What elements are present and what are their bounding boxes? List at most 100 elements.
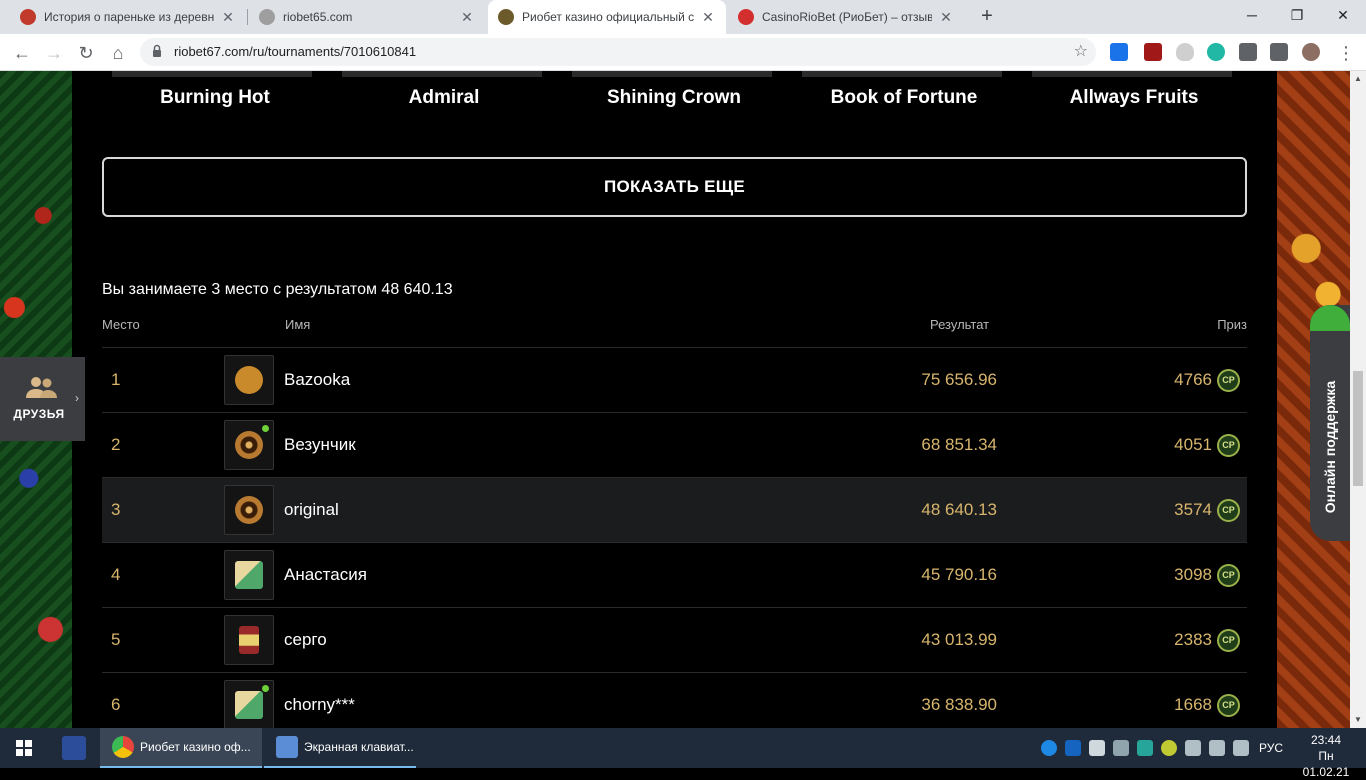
column-place: Место	[102, 317, 140, 332]
page-scrollbar[interactable]: ▲ ▼	[1350, 71, 1366, 728]
playlist-icon[interactable]	[1270, 43, 1288, 61]
coin-icon: CP	[1217, 499, 1240, 522]
close-window-button[interactable]: ✕	[1320, 0, 1366, 30]
ublock-icon[interactable]	[1144, 43, 1162, 61]
volume-icon[interactable]	[1209, 740, 1225, 756]
url-text: riobet67.com/ru/tournaments/7010610841	[174, 44, 417, 59]
battery-icon[interactable]	[1185, 740, 1201, 756]
maximize-button[interactable]: ❐	[1274, 0, 1320, 30]
game-title[interactable]: Admiral	[344, 87, 544, 109]
support-label: Онлайн поддержка	[1322, 380, 1338, 514]
close-tab-icon[interactable]: ✕	[459, 9, 475, 25]
reload-button[interactable]: ↻	[72, 39, 100, 67]
online-support-button[interactable]: Онлайн поддержка	[1310, 305, 1350, 541]
row-prize: 4051	[1174, 435, 1212, 454]
language-indicator[interactable]: РУС	[1259, 728, 1283, 768]
avatar-image-icon	[235, 366, 263, 394]
bookmark-star-icon[interactable]: ☆	[1074, 38, 1088, 66]
show-more-button[interactable]: ПОКАЗАТЬ ЕЩЕ	[102, 157, 1247, 217]
scroll-down-icon[interactable]: ▼	[1350, 712, 1366, 728]
game-list: Burning Hot Admiral Shining Crown Book o…	[72, 71, 1277, 111]
column-result: Результат	[930, 317, 990, 332]
taskbar-task-keyboard[interactable]: Экранная клавиат...	[264, 728, 416, 768]
slot-machine-icon	[239, 626, 259, 654]
tab-favicon-icon	[498, 9, 514, 25]
clock[interactable]: 23:44 Пн 01.02.21	[1294, 732, 1358, 780]
row-result: 68 851.34	[921, 435, 997, 454]
tray-star-icon[interactable]	[1161, 740, 1177, 756]
friends-label: ДРУЗЬЯ	[13, 407, 65, 421]
row-prize: 3098	[1174, 565, 1212, 584]
coin-icon: CP	[1217, 564, 1240, 587]
forward-button[interactable]: →	[40, 39, 68, 67]
close-tab-icon[interactable]: ✕	[700, 9, 716, 25]
roulette-icon	[235, 431, 263, 459]
shield-icon[interactable]	[1176, 43, 1194, 61]
row-rank: 2	[111, 435, 121, 454]
task-title: Риобет казино оф...	[140, 740, 251, 754]
user-place-note: Вы занимаете 3 место с результатом 48 64…	[102, 281, 453, 298]
floppy-save-icon[interactable]	[62, 736, 86, 760]
tab-strip: История о пареньке из деревни ✕ riobet65…	[0, 0, 1366, 34]
row-rank: 5	[111, 630, 121, 649]
row-prize: 2383	[1174, 630, 1212, 649]
windows-start-icon[interactable]	[0, 728, 48, 768]
tournament-content: Burning Hot Admiral Shining Crown Book o…	[72, 71, 1277, 728]
row-prize: 3574	[1174, 500, 1212, 519]
coin-icon: CP	[1217, 434, 1240, 457]
address-bar[interactable]: riobet67.com/ru/tournaments/7010610841 ☆	[140, 38, 1096, 66]
row-name: серго	[284, 630, 327, 649]
row-prize: 1668	[1174, 695, 1212, 714]
friends-button[interactable]: ДРУЗЬЯ ›	[0, 357, 85, 441]
puzzle-icon[interactable]	[1239, 43, 1257, 61]
avatar	[224, 355, 274, 405]
row-name: Везунчик	[284, 435, 356, 454]
row-result: 75 656.96	[921, 370, 997, 389]
close-tab-icon[interactable]: ✕	[938, 9, 954, 25]
taskbar: Риобет казино оф... Экранная клавиат... …	[0, 728, 1366, 779]
avatar	[224, 680, 274, 728]
tab-1[interactable]: История о пареньке из деревни ✕	[10, 0, 246, 34]
vpn-icon[interactable]	[1207, 43, 1225, 61]
taskbar-task-chrome[interactable]: Риобет казино оф...	[100, 728, 262, 768]
menu-icon[interactable]: ⋮	[1332, 39, 1360, 67]
row-rank: 4	[111, 565, 121, 584]
tray-window-icon[interactable]	[1113, 740, 1129, 756]
bluetooth-icon[interactable]	[1065, 740, 1081, 756]
task-title: Экранная клавиат...	[304, 740, 414, 754]
tab-3-active[interactable]: Риобет казино официальный са ✕	[488, 0, 726, 34]
table-row-current-user: 3 original 48 640.13 3574 CP	[102, 477, 1247, 542]
tray-app-icon[interactable]	[1041, 740, 1057, 756]
table-row: 6 chorny*** 36 838.90 1668 CP	[102, 672, 1247, 728]
avatar-icon[interactable]	[1302, 43, 1320, 61]
game-title[interactable]: Allways Fruits	[1034, 87, 1234, 109]
leaderboard-table: 1 Bazooka 75 656.96 4766 CP 2 Везунчик 6…	[102, 347, 1247, 728]
tab-title: CasinoRioBet (РиоБет) – отзывы	[762, 10, 932, 24]
wifi-icon[interactable]	[1233, 740, 1249, 756]
row-name: Анастасия	[284, 565, 367, 584]
home-button[interactable]: ⌂	[104, 39, 132, 67]
scrollbar-thumb[interactable]	[1353, 371, 1363, 486]
row-result: 43 013.99	[921, 630, 997, 649]
game-title[interactable]: Burning Hot	[115, 87, 315, 109]
game-title[interactable]: Book of Fortune	[804, 87, 1004, 109]
friends-icon	[26, 377, 57, 398]
tab-2[interactable]: riobet65.com ✕	[249, 0, 485, 34]
row-rank: 6	[111, 695, 121, 714]
scroll-up-icon[interactable]: ▲	[1350, 71, 1366, 87]
tab-title: Риобет казино официальный са	[522, 10, 694, 24]
cards-icon	[235, 561, 263, 589]
tray-network-app-icon[interactable]	[1137, 740, 1153, 756]
game-title[interactable]: Shining Crown	[574, 87, 774, 109]
translate-icon[interactable]	[1110, 43, 1128, 61]
coin-icon: CP	[1217, 694, 1240, 717]
close-tab-icon[interactable]: ✕	[220, 9, 236, 25]
tray-pen-icon[interactable]	[1089, 740, 1105, 756]
coin-icon: CP	[1217, 369, 1240, 392]
minimize-button[interactable]: ─	[1229, 0, 1275, 30]
back-button[interactable]: ←	[8, 39, 36, 67]
tab-4[interactable]: CasinoRioBet (РиоБет) – отзывы ✕	[728, 0, 964, 34]
new-tab-button[interactable]: +	[976, 5, 998, 27]
support-status-indicator	[1310, 305, 1350, 331]
row-prize: 4766	[1174, 370, 1212, 389]
